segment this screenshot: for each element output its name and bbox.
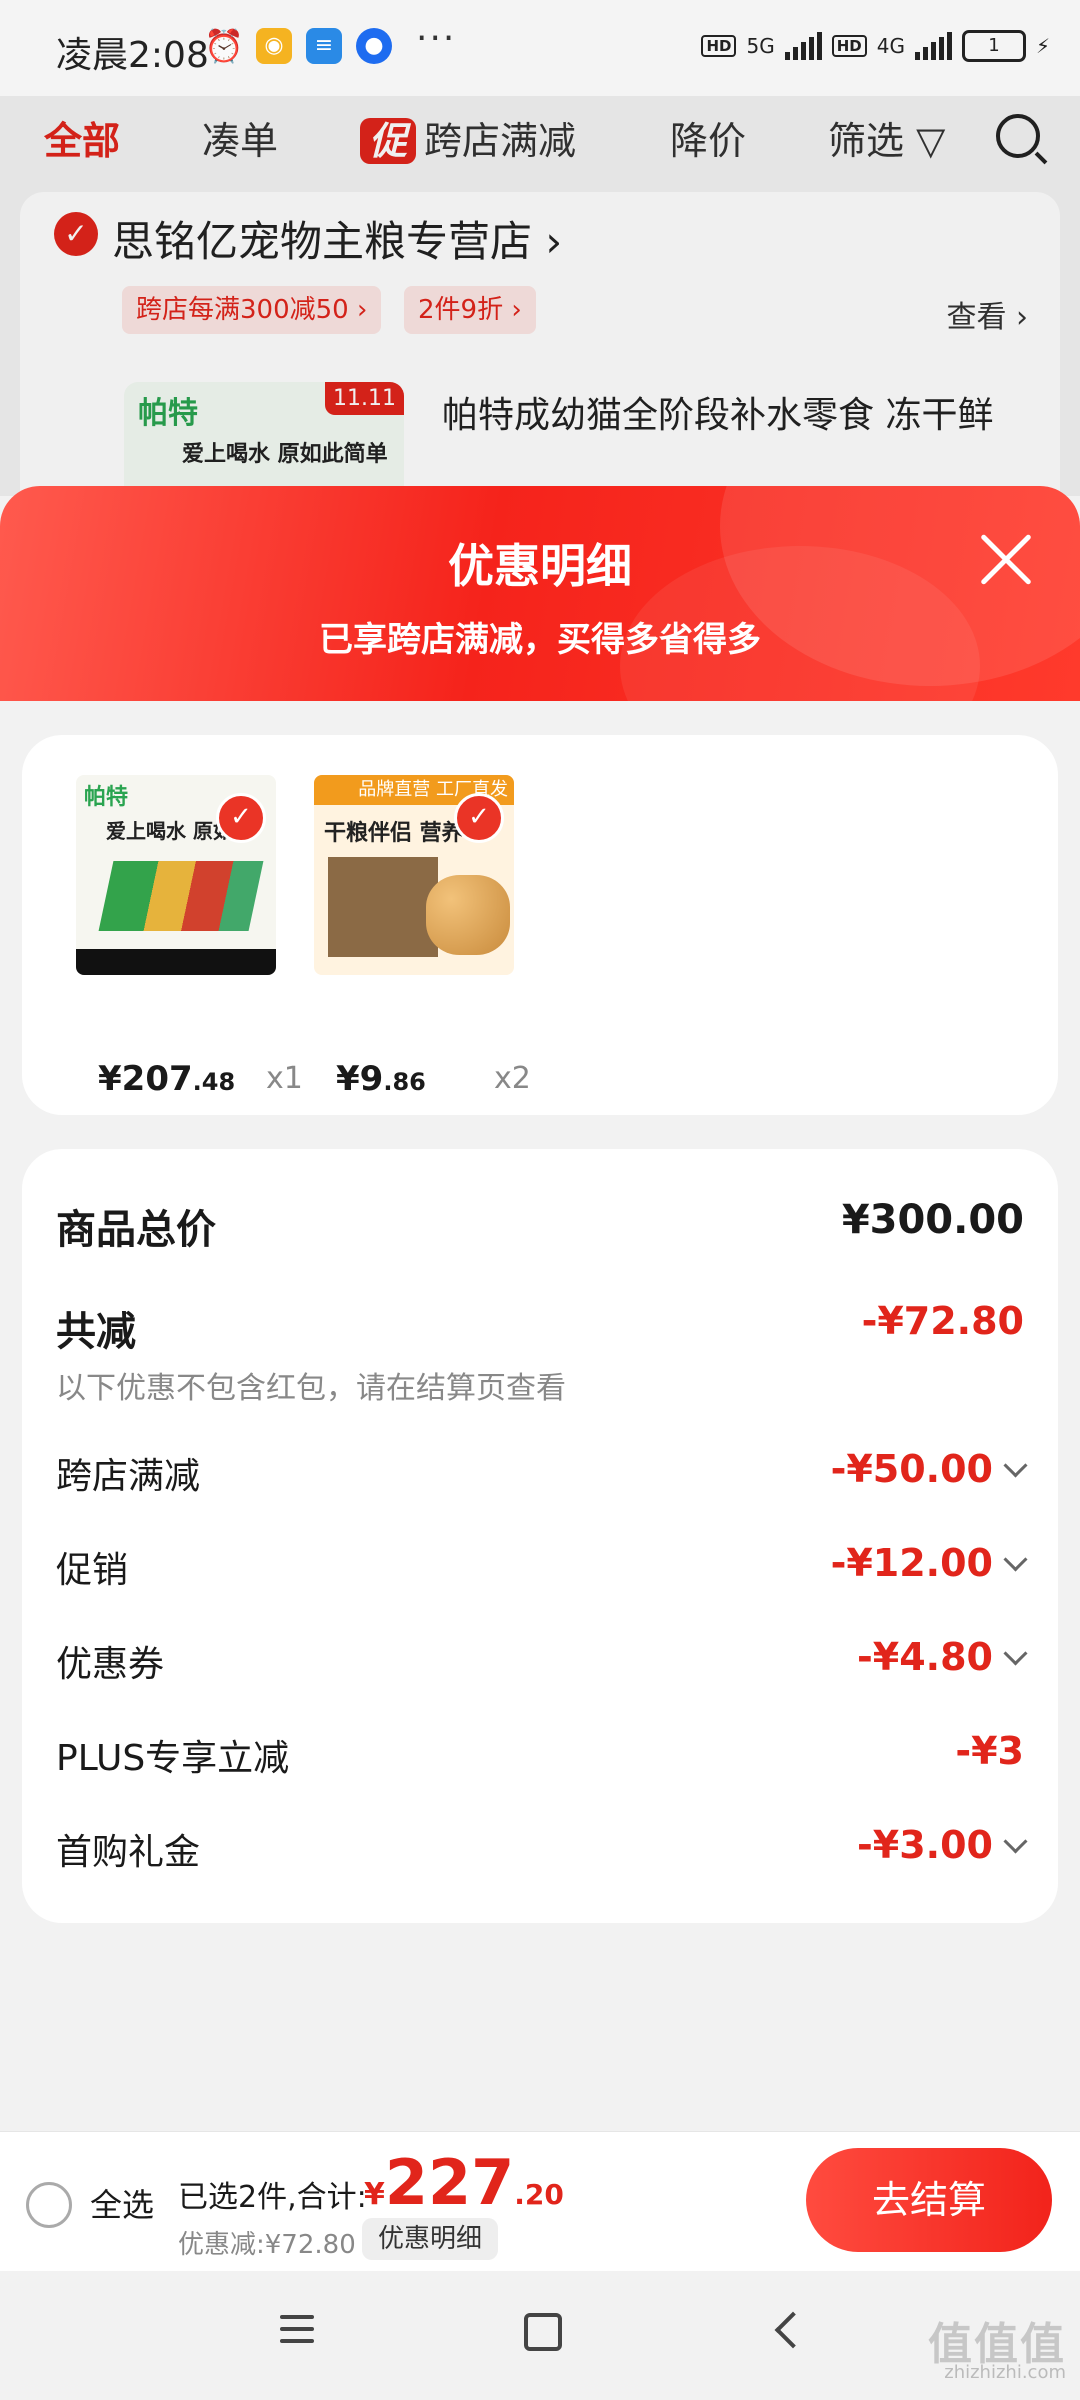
- network-5g-label: 5G: [746, 34, 775, 58]
- more-notifications-icon: ···: [416, 18, 457, 59]
- select-all-checkbox[interactable]: [26, 2182, 72, 2228]
- discount-row-plus-value: -¥3: [955, 1729, 1024, 1773]
- weibo-app-icon: ◉: [256, 28, 292, 64]
- watermark-url: zhizhizhi.com: [944, 2362, 1066, 2383]
- status-bar: 凌晨2:08 ⏰ ◉ ≡ ● ··· HD 5G HD 4G 1 ⚡: [0, 0, 1080, 96]
- selected-count: 已选2件,合计:: [178, 2180, 367, 2215]
- system-nav-bar: [0, 2271, 1080, 2400]
- discount-note: 以下优惠不包含红包，请在结算页查看: [56, 1371, 566, 1406]
- alarm-icon: ⏰: [204, 27, 244, 65]
- hd-badge-2: HD: [831, 35, 867, 57]
- total-price-label: 商品总价: [56, 1207, 216, 1253]
- network-4g-label: 4G: [876, 34, 905, 58]
- status-right-group: HD 5G HD 4G 1 ⚡: [701, 30, 1050, 62]
- total-price-value: ¥300.00: [841, 1197, 1024, 1243]
- discount-row-cross-store-label: 跨店满减: [56, 1456, 201, 1497]
- discount-detail-button[interactable]: 优惠明细: [362, 2218, 499, 2260]
- signal-icon: [784, 32, 822, 60]
- product-1-check-icon: ✓: [216, 793, 266, 843]
- product-1-slogan: 爱上喝水 原如: [106, 819, 233, 843]
- product-1-price-int: ¥207: [98, 1059, 193, 1099]
- chevron-down-icon: [1003, 1641, 1028, 1666]
- total-int: 227: [384, 2146, 515, 2219]
- discount-row-cross-store[interactable]: -¥50.00: [830, 1447, 1028, 1491]
- product-2-price: ¥9.86: [336, 1059, 426, 1099]
- message-app-icon: ●: [356, 28, 392, 64]
- hd-badge: HD: [701, 35, 737, 57]
- product-2-price-dec: .86: [383, 1068, 426, 1096]
- home-icon[interactable]: [524, 2313, 562, 2351]
- clock-time: 凌晨2:08: [56, 35, 209, 76]
- modal-dim-overlay[interactable]: [0, 96, 1080, 496]
- product-1-brand-logo: 帕特: [84, 785, 129, 810]
- total-amount: ¥227.20: [364, 2146, 564, 2219]
- total-currency: ¥: [364, 2177, 385, 2212]
- discount-row-plus-label: PLUS专享立减: [56, 1738, 290, 1779]
- close-icon[interactable]: [976, 530, 1036, 590]
- discount-row-coupon[interactable]: -¥4.80: [857, 1635, 1028, 1679]
- discount-sheet-header: 优惠明细 已享跨店满减，买得多省得多: [0, 486, 1080, 701]
- discount-row-promotion[interactable]: -¥12.00: [830, 1541, 1028, 1585]
- discount-row-first-buy[interactable]: -¥3.00: [857, 1823, 1028, 1867]
- battery-icon: 1: [961, 30, 1026, 62]
- product-2-food: [426, 875, 510, 955]
- checkout-bar: 全选 已选2件,合计: ¥227.20 优惠减:¥72.80 优惠明细 去结算: [0, 2131, 1080, 2272]
- discount-row-cross-store-value: -¥50.00: [830, 1447, 993, 1491]
- charging-icon: ⚡: [1035, 34, 1050, 58]
- product-1-packaging: [98, 861, 264, 931]
- discount-row-promotion-value: -¥12.00: [830, 1541, 993, 1585]
- menu-icon[interactable]: [280, 2315, 314, 2345]
- product-2-box: [328, 857, 438, 957]
- product-2-slogan: 干粮伴侣 营养: [324, 821, 464, 846]
- sheet-subtitle: 已享跨店满减，买得多省得多: [319, 620, 761, 660]
- total-reduce-label: 共减: [56, 1309, 136, 1355]
- discount-row-coupon-label: 优惠券: [56, 1644, 165, 1685]
- signal-icon-2: [914, 32, 952, 60]
- product-2-check-icon: ✓: [454, 793, 504, 843]
- chevron-down-icon: [1003, 1453, 1028, 1478]
- layers-app-icon: ≡: [306, 28, 342, 64]
- price-summary-card: 商品总价 ¥300.00 共减 -¥72.80 以下优惠不包含红包，请在结算页查…: [22, 1149, 1058, 1923]
- discount-row-first-buy-value: -¥3.00: [857, 1823, 993, 1867]
- discount-row-first-buy-label: 首购礼金: [56, 1832, 201, 1873]
- chevron-down-icon: [1003, 1829, 1028, 1854]
- total-dec: .20: [514, 2178, 564, 2211]
- product-2-price-int: ¥9: [336, 1059, 384, 1099]
- product-1-price-dec: .48: [192, 1068, 236, 1096]
- product-1-bottom-strip: [76, 949, 276, 975]
- product-1-price: ¥207.48: [98, 1059, 235, 1099]
- product-2-qty: x2: [494, 1061, 531, 1096]
- sheet-title: 优惠明细: [448, 539, 632, 593]
- back-icon[interactable]: [774, 2311, 812, 2349]
- discount-row-coupon-value: -¥4.80: [857, 1635, 993, 1679]
- product-1-qty: x1: [266, 1061, 303, 1096]
- select-all-label[interactable]: 全选: [90, 2180, 154, 2226]
- checkout-button[interactable]: 去结算: [806, 2148, 1052, 2252]
- discount-amount: 优惠减:¥72.80: [178, 2230, 356, 2260]
- discount-row-promotion-label: 促销: [56, 1550, 129, 1591]
- discount-sheet-body: 帕特 爱上喝水 原如 ✓ ¥207.48 x1 品牌直营 工厂直发 干粮伴侣 营…: [0, 701, 1080, 2131]
- selected-products-card: 帕特 爱上喝水 原如 ✓ ¥207.48 x1 品牌直营 工厂直发 干粮伴侣 营…: [22, 735, 1058, 1115]
- chevron-down-icon: [1003, 1547, 1028, 1572]
- total-reduce-value: -¥72.80: [861, 1299, 1024, 1343]
